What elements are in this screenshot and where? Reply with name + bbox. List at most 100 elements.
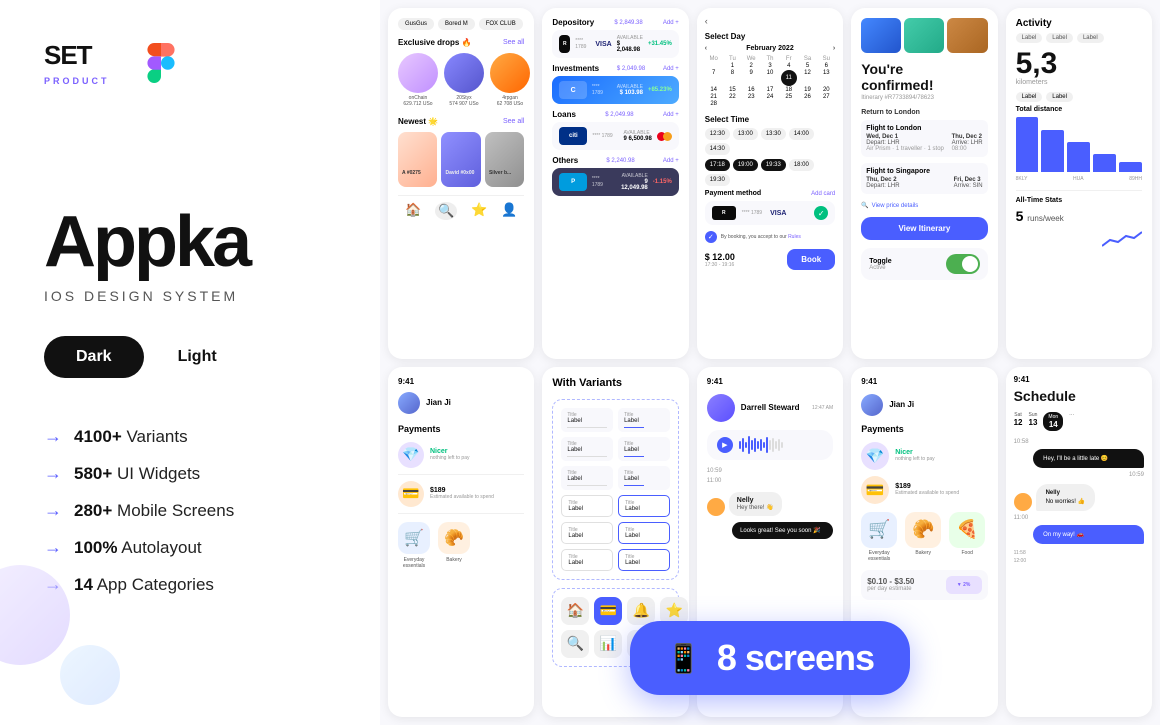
return-label: Return to London <box>861 109 987 116</box>
icon-btn-1[interactable]: 🏠 <box>561 597 589 625</box>
terms-check-icon: ✓ <box>705 231 717 243</box>
toggle-switch[interactable] <box>946 254 980 274</box>
time-chip-7[interactable]: 19:30 <box>705 174 730 186</box>
revolut-logo-1: R <box>559 35 570 53</box>
form-field-6: Title Label <box>618 466 670 490</box>
nav-search-icon[interactable]: 🔍 <box>435 202 457 220</box>
theme-toggle-row: Dark Light <box>44 336 336 378</box>
left-panel: SET PRODUCT Appka iOS DESIGN SYSTEM Dark… <box>0 0 380 725</box>
view-itinerary-button[interactable]: View Itinerary <box>861 217 987 240</box>
time-chip-sel-3[interactable]: 19:33 <box>761 159 786 171</box>
wave-12 <box>772 438 774 452</box>
add-card-btn[interactable]: Add card <box>811 191 835 197</box>
screenshots-grid: GusGus Bored M FOX CLUB Tri... Exclusive… <box>380 0 1160 725</box>
feature-number-3: 280+ Mobile Screens <box>74 501 234 521</box>
wave-10 <box>766 437 768 453</box>
time-range: 17:30 - 19:16 <box>705 262 781 268</box>
travel-img-1 <box>861 18 901 53</box>
wave-2 <box>742 438 744 452</box>
exp-icon-1: 💎 <box>398 442 424 468</box>
exp-item-2: $189 Estimated available to spend <box>430 487 494 500</box>
feature-number-4: 100% Autolayout <box>74 538 202 558</box>
nft-tab-1[interactable]: GusGus <box>398 18 434 30</box>
feature-item-1: → 4100+ Variants <box>44 426 336 447</box>
nav-profile-icon[interactable]: 👤 <box>501 202 517 220</box>
add-btn-1[interactable]: Add + <box>663 20 679 26</box>
sched-time-2: 10:59 <box>1014 472 1144 478</box>
nav-home-icon[interactable]: 🏠 <box>405 202 421 220</box>
price-label: $ 12.00 <box>705 252 781 262</box>
cal-prev-icon[interactable]: ‹ <box>705 45 707 52</box>
expense-screen: 9:41 Jian Ji Payments 💎 Nicer nothing le… <box>388 367 534 718</box>
payment-revolut-logo: R <box>712 206 736 220</box>
play-icon[interactable]: ▶ <box>717 437 733 453</box>
label-badge-2: Label <box>1046 33 1073 43</box>
arrow-icon-3: → <box>44 500 62 521</box>
nft-avatar-1 <box>398 53 438 93</box>
see-all-2[interactable]: See all <box>503 118 524 125</box>
icon-btn-6[interactable]: 🔍 <box>561 630 589 658</box>
time-chip-3[interactable]: 13:30 <box>761 128 786 140</box>
icon-btn-3[interactable]: 🔔 <box>627 597 655 625</box>
cat-2: 🥐 Bakery <box>905 512 941 562</box>
expense-user-name: Jian Ji <box>426 398 451 407</box>
chat-user-info: Darrell Steward <box>741 403 800 412</box>
add-btn-2[interactable]: Add + <box>663 66 679 72</box>
icon-btn-2[interactable]: 💳 <box>594 597 622 625</box>
icon-btn-7[interactable]: 📊 <box>594 630 622 658</box>
sched-day-dot[interactable]: ··· <box>1069 412 1074 431</box>
form-field-12: Title Label <box>618 549 670 571</box>
feature-item-2: → 580+ UI Widgets <box>44 463 336 484</box>
feature-number-1: 4100+ Variants <box>74 427 188 447</box>
sched-recv-avatar <box>1014 493 1032 511</box>
sched-day-mon[interactable]: Mon 14 <box>1043 412 1063 431</box>
big-number: 5,3 <box>1016 49 1142 79</box>
depository-label: Depository <box>552 18 594 27</box>
time-chip-5[interactable]: 14:30 <box>705 143 730 155</box>
sched-day-sat[interactable]: Sat 12 <box>1014 412 1023 431</box>
time-chip-4[interactable]: 14:00 <box>789 128 814 140</box>
form-field-9: Title Label <box>561 522 613 544</box>
time-chip-sel-2[interactable]: 19:00 <box>733 159 758 171</box>
investments-amount: $ 2,049.98 <box>617 66 645 72</box>
nav-star-icon[interactable]: ⭐ <box>471 202 487 220</box>
others-amount: $ 2,240.98 <box>606 158 634 164</box>
banking2-item-2: $189 Estimated available to spend <box>895 483 959 496</box>
time-chip-1[interactable]: 12:30 <box>705 128 730 140</box>
payment-check-icon: ✓ <box>814 206 828 220</box>
back-arrow-icon[interactable]: ‹ <box>705 16 835 26</box>
time-slot-1: 10:59 <box>707 468 833 474</box>
cat-1: 🛒 Everydayessentials <box>861 512 897 562</box>
form-field-10: Title Label <box>618 522 670 544</box>
time-chip-2[interactable]: 13:00 <box>733 128 758 140</box>
dark-mode-button[interactable]: Dark <box>44 336 144 378</box>
brand-logo: SET PRODUCT <box>44 40 134 86</box>
nft-tab-2[interactable]: Bored M <box>438 18 475 30</box>
sched-day-sun[interactable]: Sun 13 <box>1029 412 1038 431</box>
banking2-icon-2: 💳 <box>861 476 889 504</box>
cal-next-icon[interactable]: › <box>833 45 835 52</box>
logo-area: SET PRODUCT <box>44 40 336 86</box>
others-label: Others <box>552 156 578 165</box>
time-chip-6[interactable]: 18:00 <box>789 159 814 171</box>
confirmed-title: You'reconfirmed! <box>861 61 987 93</box>
add-btn-4[interactable]: Add + <box>663 158 679 164</box>
nft-avatar-2 <box>444 53 484 93</box>
expense-time: 9:41 <box>398 377 524 386</box>
sched-sent-msg-2: On my way! 🚗 <box>1033 525 1144 544</box>
cal-today[interactable]: 11 <box>781 70 797 86</box>
see-all-1[interactable]: See all <box>503 39 524 46</box>
feature-item-5: → 14 App Categories <box>44 574 336 595</box>
nft-tab-3[interactable]: FOX CLUB <box>479 18 523 30</box>
light-mode-button[interactable]: Light <box>144 336 251 378</box>
time-chip-sel-1[interactable]: 17:18 <box>705 159 730 171</box>
nft-screen: GusGus Bored M FOX CLUB Tri... Exclusive… <box>388 8 534 359</box>
feature-item-4: → 100% Autolayout <box>44 537 336 558</box>
book-button[interactable]: Book <box>787 249 835 270</box>
add-btn-3[interactable]: Add + <box>663 112 679 118</box>
category-2: 🥐 Bakery <box>438 522 470 569</box>
view-price-link[interactable]: 🔍 View price details <box>861 202 987 209</box>
banking2-item-1: Nicer nothing left to pay <box>895 449 934 462</box>
wave-7 <box>757 441 759 449</box>
schedule-screen: 9:41 Schedule Sat 12 Sun 13 Mon 14 ··· <box>1006 367 1152 718</box>
